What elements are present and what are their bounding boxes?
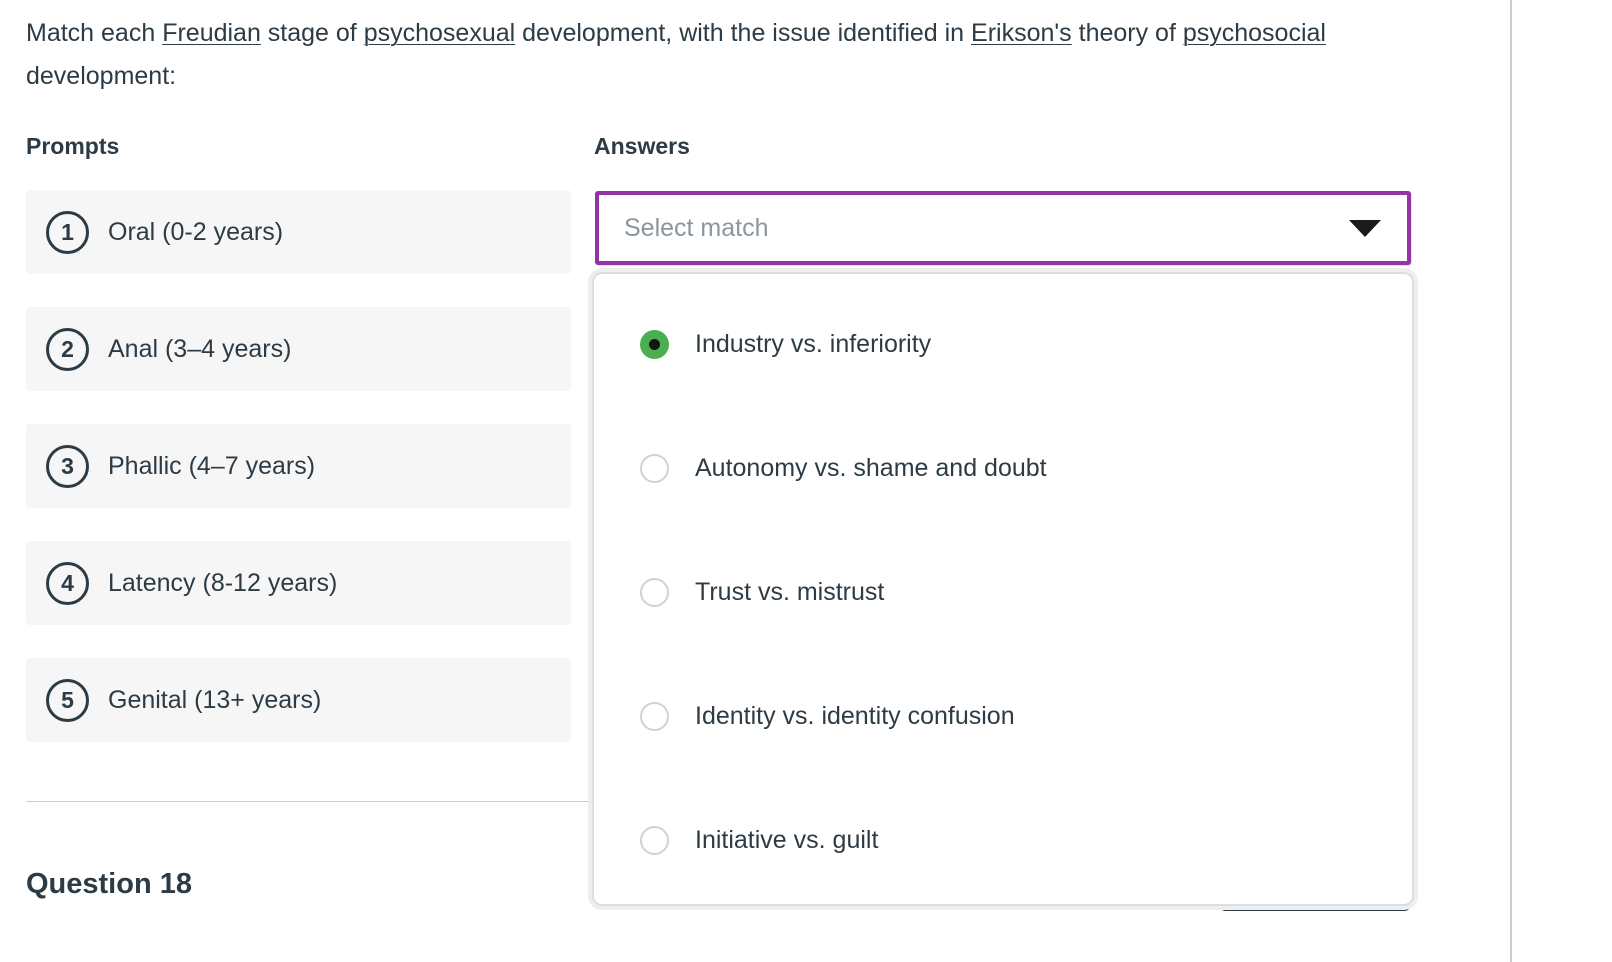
radio-unselected-icon[interactable] (640, 825, 669, 855)
stem-text: stage of (260, 19, 364, 47)
stem-underlined-term: Freudian (162, 19, 261, 47)
stem-underlined-term: Erikson's (971, 19, 1072, 47)
answer-select-placeholder: Select match (624, 213, 769, 242)
prompt-label: Anal (3–4 years) (108, 334, 292, 363)
prompt-row[interactable]: 5 Genital (13+ years) (26, 658, 571, 742)
prompt-label: Oral (0-2 years) (108, 217, 284, 246)
radio-selected-icon[interactable] (640, 329, 669, 359)
chevron-down-icon (1349, 219, 1381, 237)
dropdown-option[interactable]: Autonomy vs. shame and doubt (594, 438, 1412, 498)
radio-unselected-icon[interactable] (640, 701, 669, 731)
answer-options-dropdown[interactable]: Industry vs. inferiority Autonomy vs. sha… (592, 272, 1414, 906)
prompt-number-badge: 1 (46, 210, 89, 254)
prompt-label: Genital (13+ years) (108, 685, 322, 714)
question-stem: Match each Freudian stage of psychosexua… (26, 12, 1356, 98)
stem-text: Match each (26, 19, 163, 47)
dropdown-option[interactable]: Industry vs. inferiority (594, 314, 1412, 374)
next-question-heading: Question 18 (26, 868, 192, 900)
dropdown-option-label: Industry vs. inferiority (695, 329, 932, 358)
prompt-number-badge: 4 (46, 561, 89, 605)
stem-underlined-term: psychosexual (363, 19, 516, 47)
stem-underlined-term: psychosocial (1182, 19, 1326, 47)
prompt-number-badge: 2 (46, 327, 89, 371)
answer-select-1[interactable]: Select match (595, 191, 1411, 265)
stem-text: theory of (1071, 19, 1183, 47)
prompt-row[interactable]: 2 Anal (3–4 years) (26, 307, 571, 391)
prompt-row[interactable]: 4 Latency (8-12 years) (26, 541, 571, 625)
prompt-row[interactable]: 1 Oral (0-2 years) (26, 190, 571, 274)
prompt-label: Phallic (4–7 years) (108, 451, 316, 480)
prompts-column-heading: Prompts (26, 133, 120, 159)
dropdown-option-label: Trust vs. mistrust (695, 577, 885, 606)
prompt-number-badge: 3 (46, 444, 89, 488)
dropdown-option-label: Autonomy vs. shame and doubt (695, 453, 1047, 482)
dropdown-option-label: Initiative vs. guilt (695, 825, 879, 854)
stem-text: development: (26, 62, 177, 90)
dropdown-option-label: Identity vs. identity confusion (695, 701, 1015, 730)
prompt-number-badge: 5 (46, 678, 89, 722)
content-rail-divider (1510, 0, 1512, 962)
stem-text: development, with the issue identified i… (515, 19, 972, 47)
dropdown-option[interactable]: Identity vs. identity confusion (594, 686, 1412, 746)
radio-unselected-icon[interactable] (640, 453, 669, 483)
section-divider (26, 801, 589, 802)
radio-unselected-icon[interactable] (640, 577, 669, 607)
prompt-label: Latency (8-12 years) (108, 568, 338, 597)
prompt-row[interactable]: 3 Phallic (4–7 years) (26, 424, 571, 508)
prompts-list: 1 Oral (0-2 years) 2 Anal (3–4 years) 3 Phall… (26, 190, 571, 775)
answers-column-heading: Answers (594, 133, 690, 159)
dropdown-option[interactable]: Initiative vs. guilt (594, 810, 1412, 870)
dropdown-option[interactable]: Trust vs. mistrust (594, 562, 1412, 622)
